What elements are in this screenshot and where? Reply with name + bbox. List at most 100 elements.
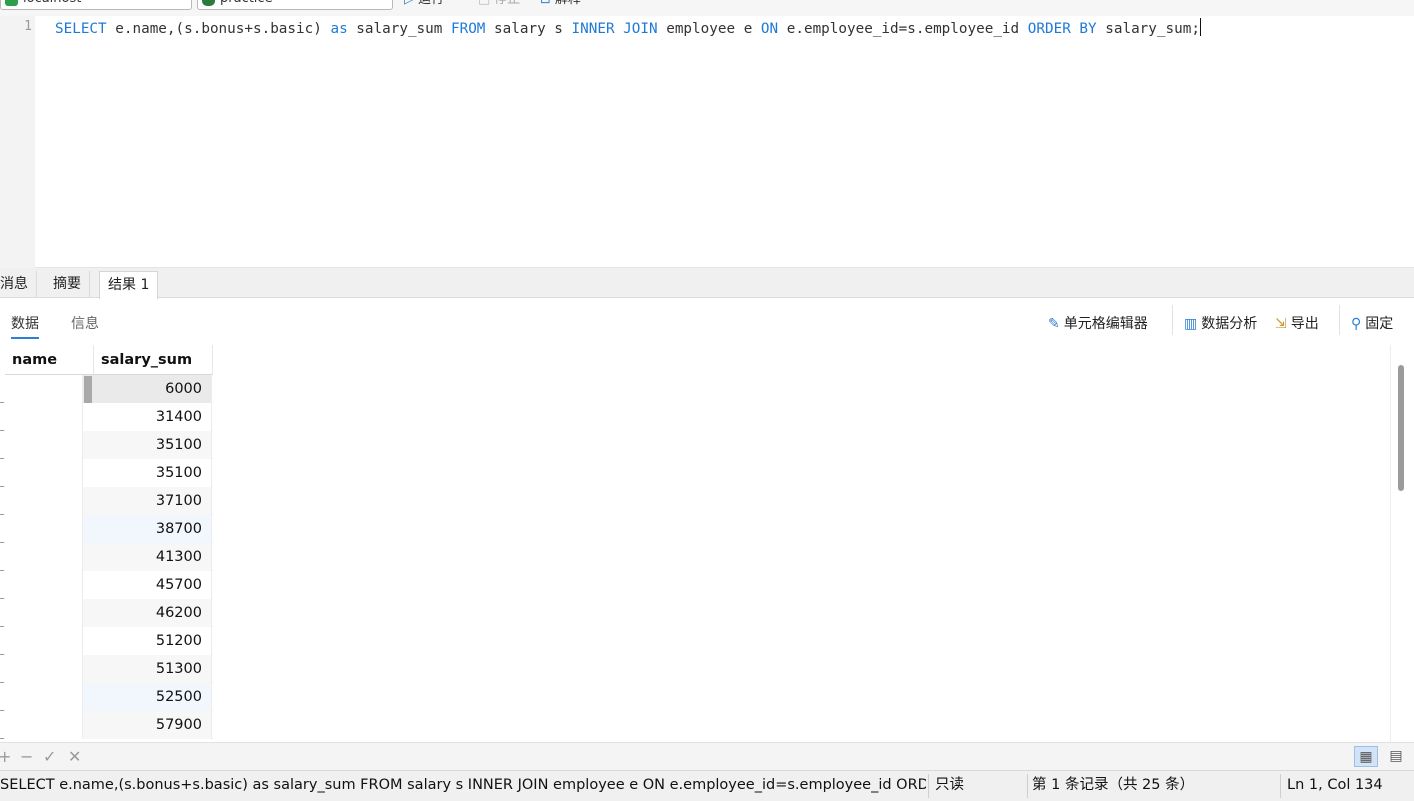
row-marker [0,738,4,739]
row-gap [83,403,94,431]
result-grid[interactable]: name salary_sum 6000 31400 35100 35100 37100… [0,345,1414,742]
grid-view-button[interactable]: ▦ [1354,746,1378,767]
cell-salary-sum[interactable]: 41300 [94,543,212,571]
export-button[interactable]: ⇲ 导出 [1275,313,1319,333]
sql-keyword: SELECT [55,21,107,37]
tab-summary[interactable]: 摘要 [45,271,90,298]
data-analysis-label: 数据分析 [1201,316,1258,332]
apply-changes-button[interactable]: ✓ [43,747,56,766]
cell-name[interactable] [5,711,83,739]
table-row[interactable]: 45700 [0,571,213,599]
cell-name[interactable] [5,459,83,487]
sql-keyword: FROM [450,21,486,37]
connection-label: localhost [23,0,81,6]
cell-salary-sum[interactable]: 35100 [94,431,212,459]
status-divider [1280,774,1281,798]
data-analysis-button[interactable]: ▥ 数据分析 [1184,313,1257,333]
cell-name[interactable] [5,627,83,655]
add-row-button[interactable]: + [0,747,11,766]
table-row[interactable]: 38700 [0,515,213,543]
vertical-scrollbar[interactable] [1390,345,1414,742]
table-row[interactable]: 46200 [0,599,213,627]
column-header-name[interactable]: name [5,345,94,375]
stop-label: 停止 [494,0,520,7]
cell-name[interactable] [5,487,83,515]
line-number: 1 [24,19,32,34]
delete-row-button[interactable]: − [20,747,33,766]
row-gap [83,431,94,459]
status-bar: SELECT e.name,(s.bonus+s.basic) as salar… [0,770,1414,801]
cell-salary-sum[interactable]: 38700 [94,515,212,543]
sql-editor[interactable]: 1 SELECT e.name,(s.bonus+s.basic) as sal… [0,16,1414,268]
cell-name[interactable] [5,599,83,627]
database-label: practice [220,0,273,6]
sql-code-line[interactable]: SELECT e.name,(s.bonus+s.basic) as salar… [55,18,1201,39]
tab-result-1[interactable]: 结果 1 [99,271,159,299]
run-label: 运行 [418,0,444,7]
cell-name[interactable] [5,655,83,683]
cell-salary-sum[interactable]: 45700 [94,571,212,599]
cell-name[interactable] [5,543,83,571]
result-subtoolbar: 数据 信息 ✎ 单元格编辑器 ▥ 数据分析 ⇲ 导出 ⚲ 固定 [0,299,1414,345]
cell-editor-button[interactable]: ✎ 单元格编辑器 [1048,313,1148,333]
cell-salary-sum[interactable]: 35100 [94,459,212,487]
table-row[interactable]: 35100 [0,459,213,487]
sql-keyword: INNER [571,21,615,37]
pin-label: 固定 [1365,316,1394,332]
toolbar-divider [1339,305,1340,335]
discard-changes-button[interactable]: ✕ [68,747,81,766]
cell-name[interactable] [5,375,83,403]
grid-toolbar: + − ✓ ✕ ▦ ▤ [0,742,1414,770]
result-tabs: 消息 摘要 结果 1 [0,268,1414,299]
explain-label: 解释 [555,0,581,7]
tab-messages[interactable]: 消息 [0,271,37,298]
cell-salary-sum[interactable]: 57900 [94,711,212,739]
sql-keyword: JOIN [623,21,658,37]
cell-salary-sum[interactable]: 51300 [94,655,212,683]
row-gap [83,711,94,739]
table-row[interactable]: 57900 [0,711,213,739]
cell-name[interactable] [5,403,83,431]
table-row[interactable]: 37100 [0,487,213,515]
table-row[interactable]: 51300 [0,655,213,683]
cell-salary-sum[interactable]: 31400 [94,403,212,431]
row-gap [83,571,94,599]
text-caret [1199,18,1201,36]
play-icon: ▷ [404,0,414,9]
cell-salary-sum[interactable]: 6000 [94,375,212,403]
export-icon: ⇲ [1275,316,1287,332]
row-resize-handle[interactable] [84,376,92,403]
row-gap [83,487,94,515]
app-window: localhost practice ▷ 运行 □ 停止 ⊟ 解释 1 SELECT … [0,0,1414,801]
column-header-salary-sum[interactable]: salary_sum [94,345,213,375]
subtab-data[interactable]: 数据 [11,313,39,339]
top-toolbar: localhost practice ▷ 运行 □ 停止 ⊟ 解释 [0,0,1414,16]
cell-name[interactable] [5,431,83,459]
connection-select[interactable]: localhost [0,0,192,10]
run-button[interactable]: ▷ 运行 [404,0,444,9]
scrollbar-thumb[interactable] [1398,365,1404,491]
row-gap [83,515,94,543]
cell-name[interactable] [5,683,83,711]
cell-salary-sum[interactable]: 37100 [94,487,212,515]
cell-salary-sum[interactable]: 46200 [94,599,212,627]
explain-button[interactable]: ⊟ 解释 [540,0,581,9]
cell-editor-label: 单元格编辑器 [1063,316,1148,332]
cell-salary-sum[interactable]: 51200 [94,627,212,655]
table-row[interactable]: 6000 [0,375,213,403]
subtab-info[interactable]: 信息 [71,313,99,333]
table-row[interactable]: 31400 [0,403,213,431]
cell-name[interactable] [5,571,83,599]
cell-name[interactable] [5,515,83,543]
sql-keyword: ORDER [1027,21,1071,37]
form-view-button[interactable]: ▤ [1384,746,1408,767]
stop-button[interactable]: □ 停止 [478,0,520,9]
table-row[interactable]: 41300 [0,543,213,571]
pin-button[interactable]: ⚲ 固定 [1351,313,1393,333]
database-select[interactable]: practice [197,0,393,10]
cell-salary-sum[interactable]: 52500 [94,683,212,711]
row-gap [83,459,94,487]
table-row[interactable]: 51200 [0,627,213,655]
table-row[interactable]: 35100 [0,431,213,459]
table-row[interactable]: 52500 [0,683,213,711]
